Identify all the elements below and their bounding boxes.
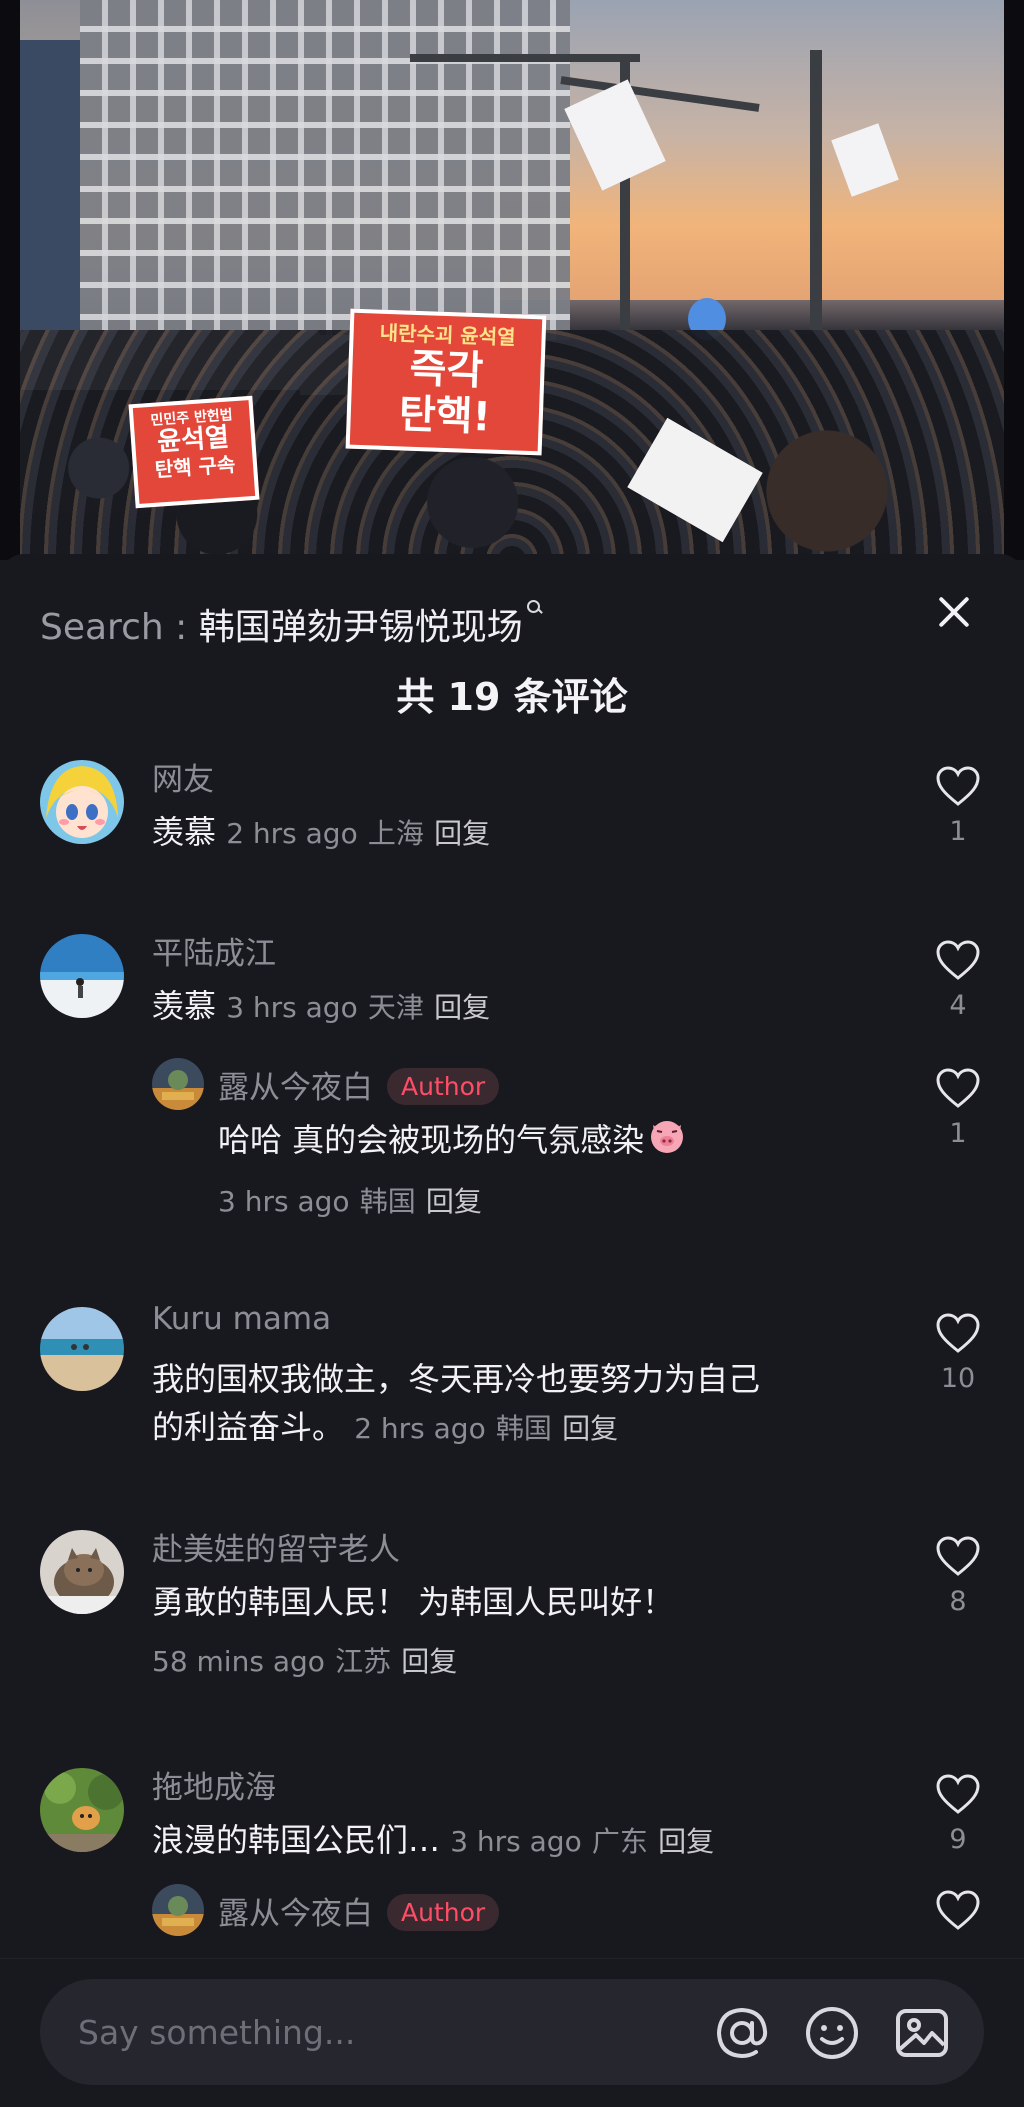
avatar[interactable]	[40, 1768, 124, 1852]
pig-face-emoji-icon	[648, 1117, 686, 1168]
reply-button[interactable]: 回复	[562, 1412, 618, 1445]
comment-body[interactable]: 羡慕 3 hrs ago 天津 回复	[152, 982, 490, 1032]
comment-username[interactable]: Kuru mama	[152, 1301, 331, 1337]
heart-icon	[936, 1313, 980, 1353]
comment-username[interactable]: 露从今夜白 Author	[218, 1062, 500, 1108]
heart-icon	[936, 1068, 980, 1108]
reply-button[interactable]: 回复	[426, 1185, 482, 1218]
reply-username: 露从今夜白	[218, 1070, 373, 1106]
comment-location: 上海	[367, 817, 424, 850]
comment-meta-row: 3 hrs ago 韩国 回复	[218, 1176, 482, 1226]
comment-meta-row: 58 mins ago 江苏 回复	[152, 1636, 457, 1686]
comment-location: 韩国	[359, 1185, 416, 1218]
heart-icon	[936, 1890, 980, 1930]
avatar[interactable]	[40, 934, 124, 1018]
comment-input-container[interactable]	[40, 1979, 984, 2085]
search-prefix: Search :	[40, 607, 199, 648]
sign-line: 탄핵!	[398, 391, 492, 441]
reply-button[interactable]: 回复	[658, 1825, 714, 1858]
heart-icon	[936, 1536, 980, 1576]
image-icon[interactable]	[894, 2005, 950, 2061]
comment-text: 哈哈 真的会被现场的气氛感染	[218, 1121, 645, 1159]
comment-username[interactable]: 赴美娃的留守老人	[152, 1524, 400, 1569]
comment-location: 韩国	[495, 1412, 552, 1445]
comment-location: 广东	[591, 1825, 648, 1858]
reply-button[interactable]: 回复	[434, 991, 490, 1024]
author-badge: Author	[387, 1068, 500, 1105]
search-icon[interactable]	[525, 598, 543, 626]
author-badge: Author	[387, 1894, 500, 1931]
comment-body[interactable]: 哈哈 真的会被现场的气氛感染	[218, 1116, 686, 1168]
like-count: 1	[949, 816, 967, 847]
search-query[interactable]: Search : 韩国弹劾尹锡悦现场	[40, 598, 543, 650]
comment-time: 3 hrs ago	[226, 991, 358, 1024]
comments-sheet: Search : 韩国弹劾尹锡悦现场 共 19 条评论 网友 羡慕 2 hrs …	[0, 554, 1024, 2107]
like-button[interactable]: 9	[928, 1772, 988, 1855]
sign-line: 즉각	[408, 345, 484, 395]
close-button[interactable]	[930, 588, 978, 636]
comment-location: 天津	[367, 991, 424, 1024]
like-count: 4	[949, 990, 967, 1021]
comment-username[interactable]: 露从今夜白 Author	[218, 1888, 500, 1934]
comment-input[interactable]	[78, 2003, 698, 2061]
comment-time: 3 hrs ago	[218, 1185, 350, 1218]
comment-username[interactable]: 平陆成江	[152, 928, 276, 973]
comment-username[interactable]: 网友	[152, 754, 214, 799]
post-photo[interactable]: 내란수괴 윤석열 즉각 탄핵! 민민주 반헌법 윤석열 탄핵 구속	[0, 0, 1024, 560]
heart-icon	[936, 940, 980, 980]
avatar[interactable]	[40, 1530, 124, 1614]
avatar[interactable]	[40, 1307, 124, 1391]
heart-icon	[936, 1774, 980, 1814]
like-count: 9	[949, 1824, 967, 1855]
comment-time: 58 mins ago	[152, 1645, 325, 1678]
emoji-icon[interactable]	[804, 2005, 860, 2061]
like-count: 8	[949, 1586, 967, 1617]
like-button[interactable]: 1	[928, 1066, 988, 1149]
comment-time: 3 hrs ago	[450, 1825, 582, 1858]
comment-count-title: 共 19 条评论	[396, 675, 628, 719]
avatar[interactable]	[152, 1884, 204, 1936]
comment-body[interactable]: 我的国权我做主，冬天再冷也要努力为自己 的利益奋斗。 2 hrs ago 韩国 …	[152, 1355, 872, 1453]
comment-text-line-2: 的利益奋斗。 2 hrs ago 韩国 回复	[152, 1403, 872, 1453]
like-button[interactable]: 8	[928, 1534, 988, 1617]
reply-button[interactable]: 回复	[401, 1645, 457, 1678]
like-count: 10	[940, 1363, 976, 1394]
like-count: 1	[949, 1118, 967, 1149]
avatar[interactable]	[40, 760, 124, 844]
comment-composer	[0, 1958, 1024, 2107]
at-icon[interactable]	[714, 2005, 770, 2061]
comment-time: 2 hrs ago	[354, 1412, 486, 1445]
comment-text: 羡慕	[152, 987, 217, 1025]
comment-body[interactable]: 勇敢的韩国人民！ 为韩国人民叫好！	[152, 1578, 674, 1626]
comment-time: 2 hrs ago	[226, 817, 358, 850]
comment-text-line: 我的国权我做主，冬天再冷也要努力为自己	[152, 1360, 761, 1398]
comment-body[interactable]: 羡慕 2 hrs ago 上海 回复	[152, 808, 490, 858]
reply-username: 露从今夜白	[218, 1896, 373, 1932]
heart-icon	[936, 766, 980, 806]
protest-photo: 내란수괴 윤석열 즉각 탄핵! 민민주 반헌법 윤석열 탄핵 구속	[20, 0, 1004, 560]
comment-location: 江苏	[335, 1645, 392, 1678]
protest-sign-main: 내란수괴 윤석열 즉각 탄핵!	[345, 308, 547, 456]
comment-body[interactable]: 浪漫的韩国公民们… 3 hrs ago 广东 回复	[152, 1816, 714, 1866]
reply-button[interactable]: 回复	[434, 817, 490, 850]
avatar[interactable]	[152, 1058, 204, 1110]
search-query-text[interactable]: 韩国弹劾尹锡悦现场	[199, 607, 523, 648]
comment-text: 的利益奋斗。	[152, 1408, 345, 1446]
comment-text: 羡慕	[152, 813, 217, 851]
comment-text: 浪漫的韩国公民们…	[152, 1821, 441, 1859]
like-button[interactable]: 4	[928, 938, 988, 1021]
like-button[interactable]: 10	[928, 1311, 988, 1394]
protest-sign-left: 민민주 반헌법 윤석열 탄핵 구속	[128, 395, 260, 509]
like-button[interactable]	[928, 1888, 988, 1932]
like-button[interactable]: 1	[928, 764, 988, 847]
comment-text: 勇敢的韩国人民！ 为韩国人民叫好！	[152, 1583, 675, 1621]
comment-username[interactable]: 拖地成海	[152, 1762, 276, 1807]
